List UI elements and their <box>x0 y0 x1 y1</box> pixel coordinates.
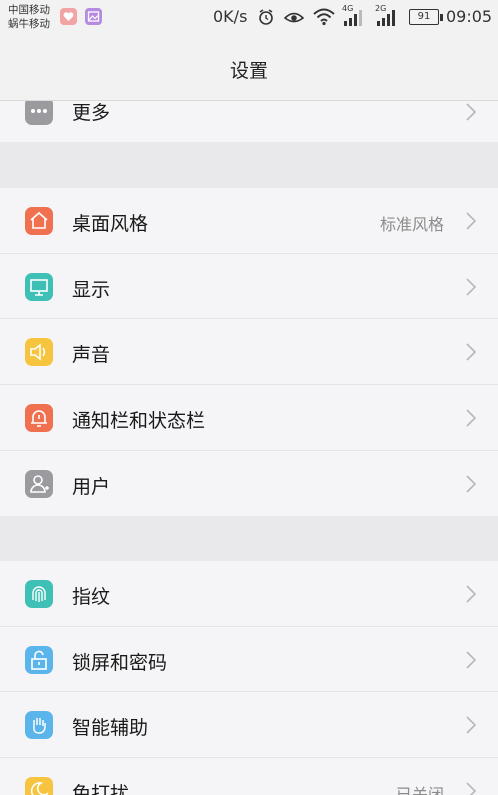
chevron-right-icon <box>466 212 477 230</box>
title-bar: 设置 <box>0 36 498 101</box>
setting-value: 标准风格 <box>379 215 444 234</box>
hand-icon <box>25 711 53 739</box>
setting-sound[interactable]: 声音 <box>0 319 498 385</box>
setting-label: 桌面风格 <box>72 213 149 235</box>
section-gap <box>0 142 498 188</box>
setting-do-not-disturb[interactable]: 免打扰 已关闭 <box>0 758 498 795</box>
signal-1: 4G <box>342 4 364 28</box>
page-title: 设置 <box>229 60 268 82</box>
chevron-right-icon <box>466 343 477 361</box>
battery-icon: 91 <box>409 9 443 25</box>
eye-comfort-icon <box>283 8 305 30</box>
chevron-right-icon <box>466 651 477 669</box>
health-app-icon <box>60 8 77 25</box>
section-gap <box>0 516 498 561</box>
setting-lockscreen[interactable]: 锁屏和密码 <box>0 627 498 692</box>
chevron-right-icon <box>466 103 477 121</box>
setting-smart-assist[interactable]: 智能辅助 <box>0 692 498 758</box>
lock-icon <box>25 646 53 674</box>
carrier-1: 中国移动 <box>8 4 50 16</box>
clock: 09:05 <box>446 7 493 26</box>
carrier-2: 蜗牛移动 <box>8 18 50 30</box>
setting-notifications[interactable]: 通知栏和状态栏 <box>0 385 498 451</box>
chevron-right-icon <box>466 409 477 427</box>
signal-2: 2G <box>375 4 397 28</box>
setting-label: 声音 <box>72 344 111 366</box>
more-dots-icon <box>25 101 53 125</box>
bell-icon <box>25 404 53 432</box>
alarm-icon <box>257 8 275 30</box>
settings-list[interactable]: 更多 桌面风格 标准风格 显示 声音 通知栏和状态栏 用户 指纹 锁屏和密码 智… <box>0 101 498 795</box>
setting-label: 免打扰 <box>72 783 130 795</box>
chevron-right-icon <box>466 782 477 795</box>
setting-label: 指纹 <box>72 586 111 608</box>
setting-display[interactable]: 显示 <box>0 254 498 319</box>
chevron-right-icon <box>466 475 477 493</box>
home-icon <box>25 207 53 235</box>
signal-bars-icon <box>344 10 362 26</box>
setting-fingerprint[interactable]: 指纹 <box>0 561 498 627</box>
setting-value: 已关闭 <box>395 785 444 795</box>
setting-desktop-style[interactable]: 桌面风格 标准风格 <box>0 188 498 254</box>
fingerprint-icon <box>25 580 53 608</box>
chevron-right-icon <box>466 278 477 296</box>
moon-icon <box>25 777 53 795</box>
speaker-icon <box>25 338 53 366</box>
user-icon <box>25 470 53 498</box>
net-speed: 0K/s <box>213 7 248 26</box>
battery-tip <box>440 13 443 21</box>
setting-label: 锁屏和密码 <box>72 652 168 674</box>
chevron-right-icon <box>466 585 477 603</box>
battery-level: 91 <box>417 11 431 22</box>
setting-label: 用户 <box>72 476 111 498</box>
signal-bars-icon <box>377 10 395 26</box>
status-bar: 中国移动 蜗牛移动 0K/s 4G 2G 91 09:05 <box>0 0 498 36</box>
setting-label: 智能辅助 <box>72 717 149 739</box>
display-icon <box>25 273 53 301</box>
setting-label: 更多 <box>72 102 111 124</box>
gallery-app-icon <box>85 8 102 25</box>
wifi-icon <box>312 6 336 30</box>
setting-users[interactable]: 用户 <box>0 451 498 516</box>
chevron-right-icon <box>466 716 477 734</box>
setting-label: 通知栏和状态栏 <box>72 410 206 432</box>
setting-more[interactable]: 更多 <box>0 101 498 142</box>
setting-label: 显示 <box>72 279 111 301</box>
